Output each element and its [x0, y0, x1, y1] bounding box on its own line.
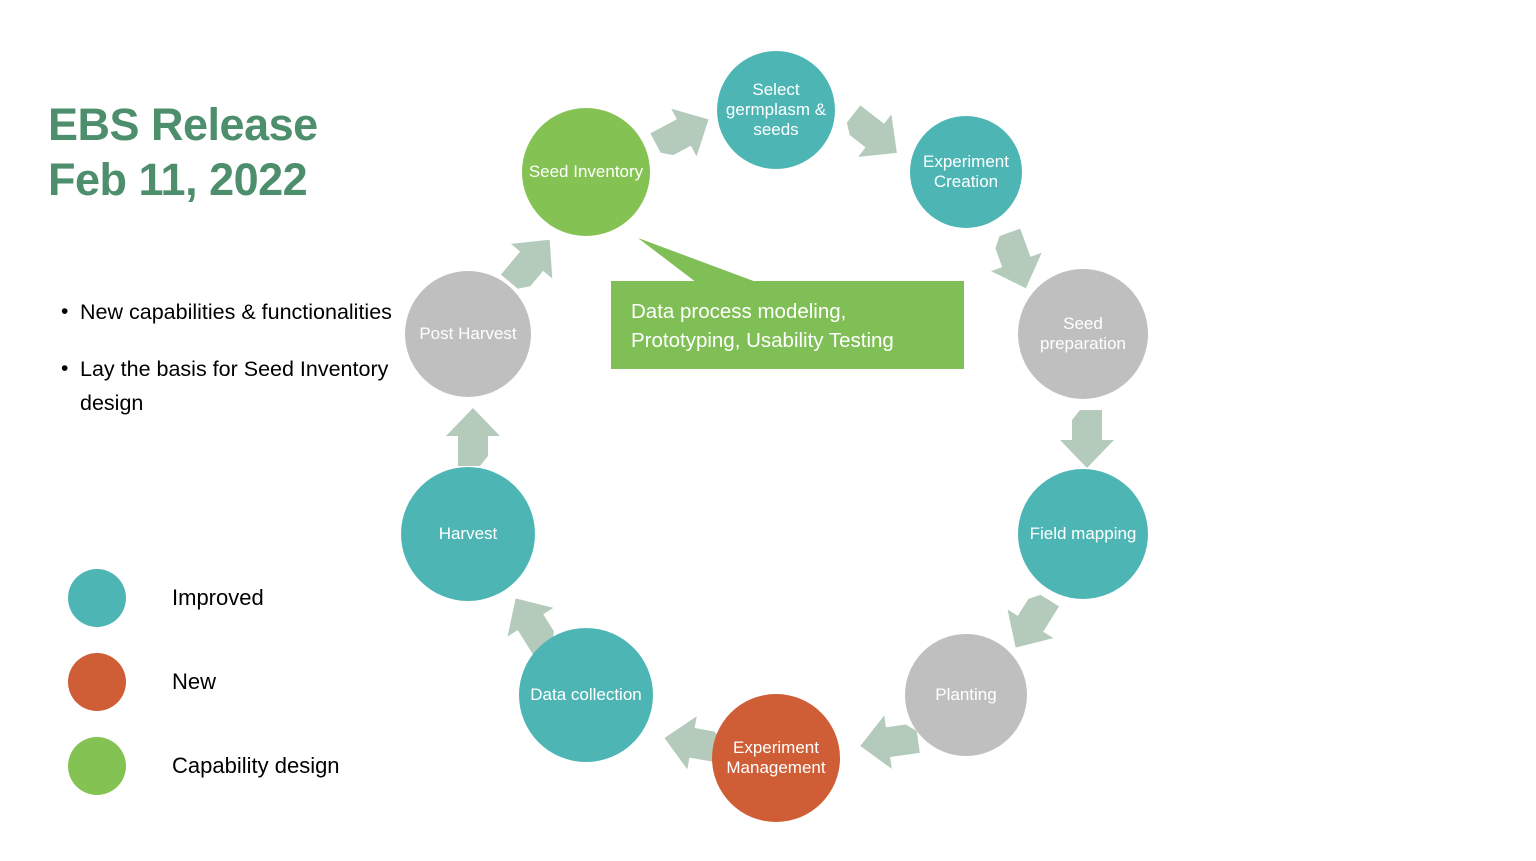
process-node-label: Seed preparation [1039, 314, 1126, 353]
process-arrow-icon [446, 408, 500, 466]
process-node-post-harvest[interactable]: Post Harvest [405, 271, 531, 397]
callout-line-2: Prototyping, Usability Testing [631, 329, 894, 353]
process-node-label: Planting [935, 685, 997, 705]
process-node-field-mapping[interactable]: Field mapping [1018, 469, 1148, 599]
process-node-experiment-management[interactable]: Experiment Management [712, 694, 840, 822]
process-node-experiment-creation[interactable]: Experiment Creation [910, 116, 1022, 228]
process-node-harvest[interactable]: Harvest [401, 467, 535, 601]
process-node-seed-preparation[interactable]: Seed preparation [1018, 269, 1148, 399]
process-node-label: Select germplasm & seeds [725, 80, 827, 139]
process-node-label: Seed Inventory [528, 162, 644, 182]
process-node-select-germplasm[interactable]: Select germplasm & seeds [717, 51, 835, 169]
process-node-label: Experiment Creation [923, 152, 1009, 191]
process-node-label: Experiment Management [726, 738, 826, 777]
callout-box: Data process modeling, Prototyping, Usab… [611, 281, 964, 369]
process-node-label: Field mapping [1029, 524, 1137, 544]
process-arrow-icon [846, 105, 897, 157]
process-node-label: Post Harvest [419, 324, 517, 344]
slide-canvas: EBS Release Feb 11, 2022 • New capabilit… [0, 0, 1536, 861]
process-arrow-icon [650, 108, 709, 157]
process-cycle-diagram: Seed Inventory Select germplasm & seeds Ex… [0, 0, 1536, 861]
process-node-data-collection[interactable]: Data collection [519, 628, 653, 762]
process-arrow-icon [1060, 410, 1114, 468]
callout-line-1: Data process modeling, [631, 300, 847, 323]
process-node-planting[interactable]: Planting [905, 634, 1027, 756]
process-node-label: Harvest [438, 524, 498, 544]
process-node-label: Data collection [530, 685, 642, 705]
process-node-seed-inventory[interactable]: Seed Inventory [522, 108, 650, 236]
